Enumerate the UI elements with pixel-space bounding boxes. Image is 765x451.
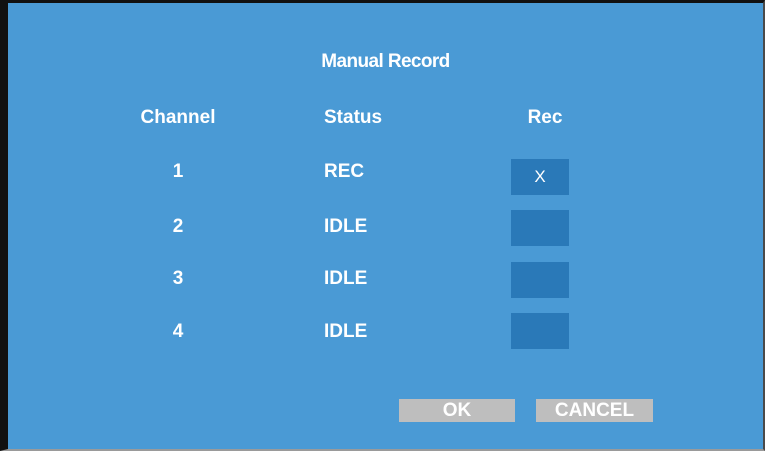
channel-1-rec-toggle[interactable]: X [511,159,569,195]
channel-column-header: Channel [140,107,216,128]
rec-column-header: Rec [527,107,563,128]
channel-2-status: IDLE [324,216,368,237]
channel-3-rec-toggle[interactable] [511,262,569,298]
channel-1-status: REC [324,161,365,182]
channel-4-rec-toggle[interactable] [511,313,569,349]
channel-1-label: 1 [172,161,184,182]
ok-button[interactable]: OK [399,399,515,422]
manual-record-dialog: Manual Record Channel Status Rec 1 REC X… [0,0,765,451]
channel-2-rec-toggle[interactable] [511,210,569,246]
cancel-button[interactable]: CANCEL [536,399,653,422]
channel-3-label: 3 [172,268,184,289]
channel-4-status: IDLE [324,321,368,342]
dialog-title: Manual Record [321,51,450,72]
channel-3-status: IDLE [324,268,368,289]
status-column-header: Status [324,107,383,128]
channel-4-label: 4 [172,321,184,342]
channel-2-label: 2 [172,216,184,237]
